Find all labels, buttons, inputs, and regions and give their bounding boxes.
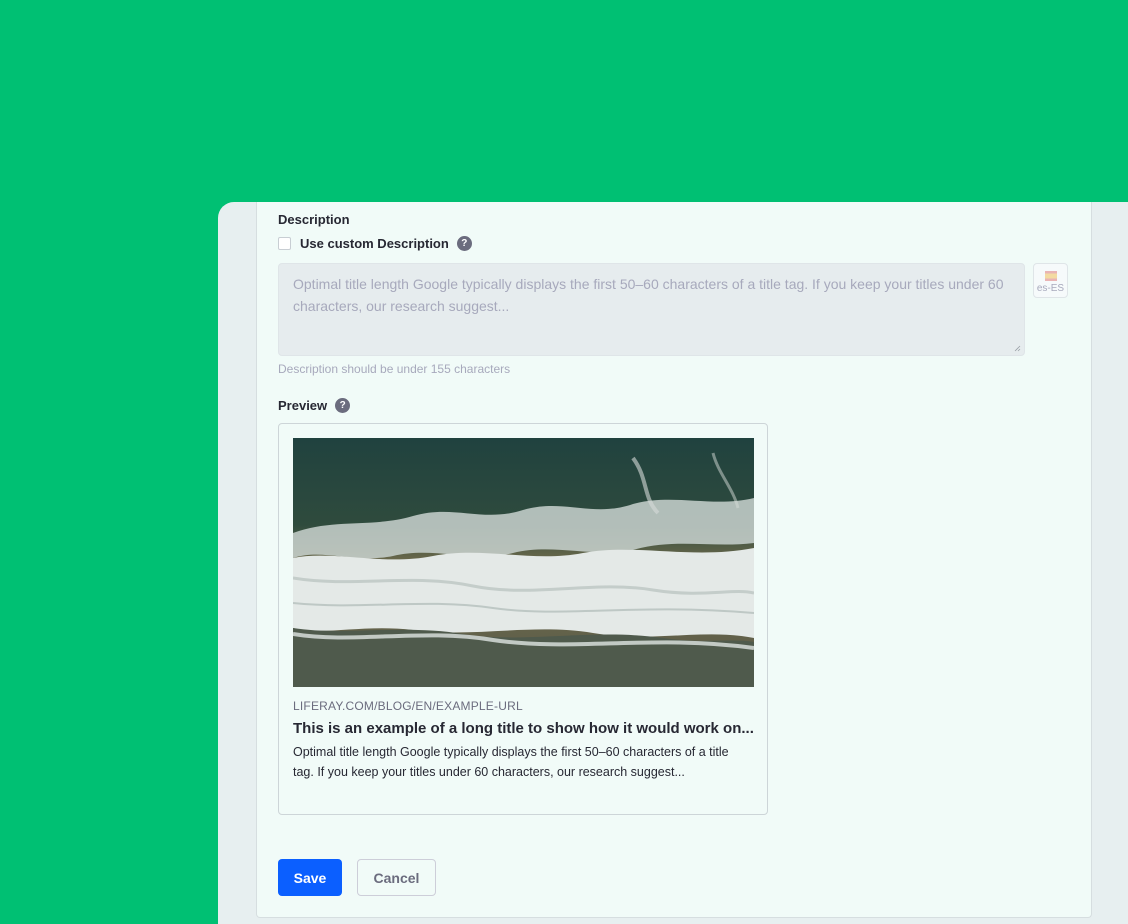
description-textarea[interactable]: Optimal title length Google typically di… (278, 263, 1025, 356)
description-section-label: Description (278, 212, 350, 227)
use-custom-description-label[interactable]: Use custom Description (300, 236, 449, 251)
use-custom-description-row[interactable]: Use custom Description ? (278, 236, 472, 251)
seo-form-card: Description Use custom Description ? Opt… (256, 202, 1092, 918)
cancel-button[interactable]: Cancel (357, 859, 436, 896)
question-circle-icon[interactable]: ? (456, 236, 472, 251)
app-window: Description Use custom Description ? Opt… (218, 202, 1128, 924)
preview-url: LIFERAY.COM/BLOG/EN/EXAMPLE-URL (293, 699, 523, 713)
locale-selector-button[interactable]: es-ES (1033, 263, 1068, 298)
use-custom-description-checkbox[interactable] (278, 237, 291, 250)
save-button[interactable]: Save (278, 859, 342, 896)
question-circle-icon[interactable]: ? (335, 398, 351, 413)
resize-handle-icon[interactable] (1014, 345, 1021, 352)
preview-header: Preview ? (278, 398, 351, 413)
locale-label: es-ES (1036, 283, 1065, 294)
preview-title: This is an example of a long title to sh… (293, 720, 754, 737)
preview-description: Optimal title length Google typically di… (293, 745, 729, 779)
preview-card: LIFERAY.COM/BLOG/EN/EXAMPLE-URL This is … (278, 423, 768, 815)
description-textarea-text: Optimal title length Google typically di… (293, 276, 1004, 314)
spain-flag-icon (1044, 271, 1057, 281)
description-help-text: Description should be under 155 characte… (278, 362, 511, 376)
preview-image (293, 438, 754, 687)
ocean-waves-photo (293, 438, 754, 687)
preview-section-label: Preview (278, 398, 328, 413)
